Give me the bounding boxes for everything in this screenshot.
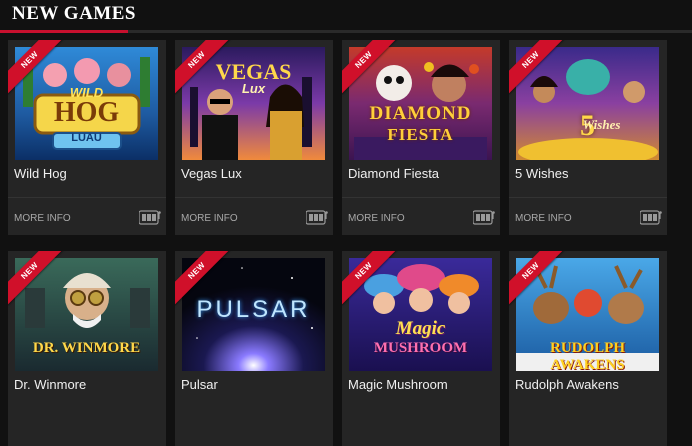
game-logo-line1: RUDOLPH AWAKENS — [516, 340, 659, 371]
game-logo-line1: Magic — [395, 318, 446, 339]
game-title[interactable]: Magic Mushroom — [348, 377, 448, 392]
game-title[interactable]: Wild Hog — [14, 166, 67, 181]
slot-machine-icon — [306, 210, 328, 225]
game-logo-line1: DR. WINMORE — [32, 340, 141, 356]
card-divider — [175, 197, 333, 198]
new-ribbon: NEW — [8, 40, 68, 100]
game-title[interactable]: Pulsar — [181, 377, 218, 392]
new-ribbon: NEW — [175, 251, 235, 311]
new-badge: NEW — [8, 251, 64, 305]
game-card-wild-hog[interactable]: NEW WILD HOG LUAU Wild Hog MORE INFO — [8, 40, 166, 235]
new-badge: NEW — [175, 40, 231, 94]
card-divider — [8, 197, 166, 198]
game-card-pulsar[interactable]: NEW PULSAR Pulsar — [175, 251, 333, 446]
game-card-5-wishes[interactable]: NEW 5 Wishes 5 Wishes MORE INFO — [509, 40, 667, 235]
more-info-link[interactable]: MORE INFO — [515, 213, 572, 224]
slot-machine-icon — [139, 210, 161, 225]
new-badge: NEW — [175, 251, 231, 305]
game-title[interactable]: 5 Wishes — [515, 166, 568, 181]
new-ribbon: NEW — [342, 40, 402, 100]
new-ribbon: NEW — [342, 251, 402, 311]
new-badge: NEW — [509, 40, 565, 94]
game-card-rudolph-awakens[interactable]: NEW RUDOLPH AWAKENS Rudolph Awakens — [509, 251, 667, 446]
new-ribbon: NEW — [509, 251, 569, 311]
game-title[interactable]: Rudolph Awakens — [515, 377, 619, 392]
game-card-magic-mushroom[interactable]: NEW Magic MUSHROOM Magic Mushroom — [342, 251, 500, 446]
new-badge: NEW — [509, 251, 565, 305]
game-title[interactable]: Dr. Winmore — [14, 377, 86, 392]
new-badge: NEW — [342, 251, 398, 305]
title-underline — [0, 30, 692, 33]
game-card-dr-winmore[interactable]: NEW DR. WINMORE Dr. Winmore — [8, 251, 166, 446]
game-logo-line2: MUSHROOM — [373, 340, 468, 356]
title-accent-bar — [0, 30, 128, 33]
card-divider — [342, 197, 500, 198]
section-title: New Games — [12, 3, 136, 24]
games-grid: NEW WILD HOG LUAU Wild Hog MORE INFO NEW… — [8, 40, 692, 446]
new-ribbon: NEW — [8, 251, 68, 311]
slot-machine-icon — [473, 210, 495, 225]
new-ribbon: NEW — [509, 40, 569, 100]
new-ribbon: NEW — [175, 40, 235, 100]
slot-machine-icon — [640, 210, 662, 225]
new-badge: NEW — [8, 40, 64, 94]
game-logo-line2: FIESTA — [387, 125, 454, 144]
more-info-link[interactable]: MORE INFO — [181, 213, 238, 224]
game-title[interactable]: Diamond Fiesta — [348, 166, 439, 181]
game-logo-line2: Wishes — [582, 117, 621, 132]
game-logo-line1: DIAMOND — [369, 103, 472, 124]
new-badge: NEW — [342, 40, 398, 94]
game-card-vegas-lux[interactable]: NEW VEGAS Lux Vegas Lux MORE INFO — [175, 40, 333, 235]
logo-word-1: RUDOLPH — [550, 340, 625, 356]
more-info-link[interactable]: MORE INFO — [348, 213, 405, 224]
game-card-diamond-fiesta[interactable]: NEW DIAMOND FIESTA Diamond Fiesta MORE I… — [342, 40, 500, 235]
card-divider — [509, 197, 667, 198]
logo-word-2: AWAKENS — [550, 357, 625, 371]
more-info-link[interactable]: MORE INFO — [14, 213, 71, 224]
game-logo-line3: LUAU — [71, 132, 102, 144]
game-logo-line2: HOG — [53, 97, 120, 128]
game-title[interactable]: Vegas Lux — [181, 166, 242, 181]
